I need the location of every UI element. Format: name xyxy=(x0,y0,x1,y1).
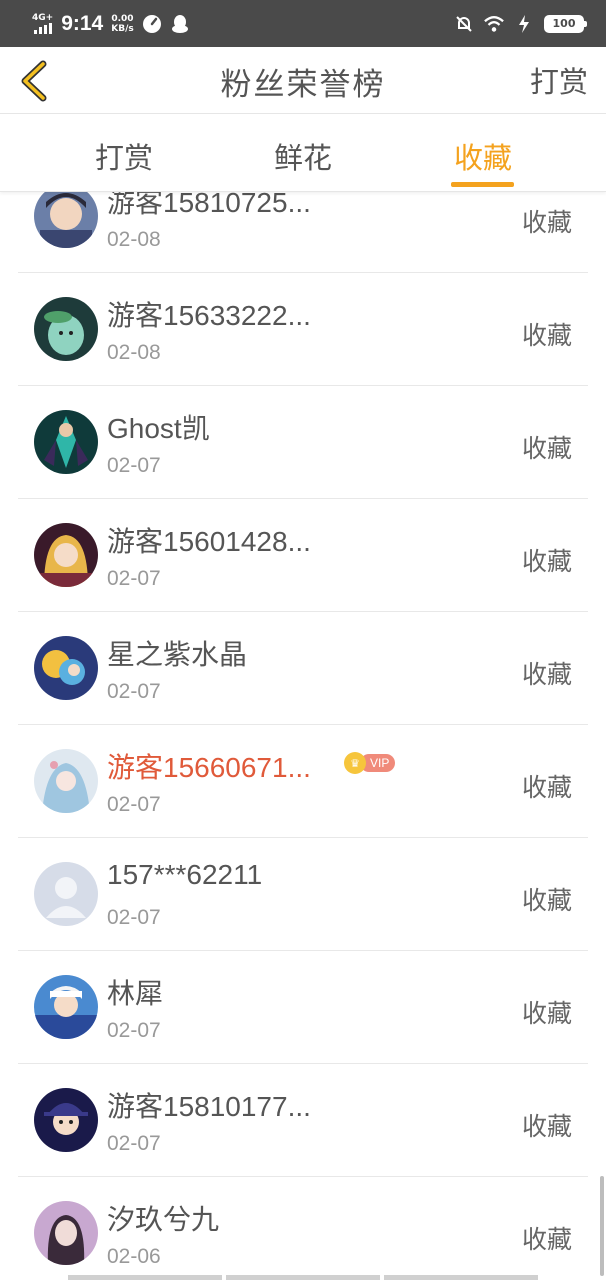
fan-date: 02-07 xyxy=(107,906,161,929)
fan-date: 02-07 xyxy=(107,454,161,477)
network-type: 4G+ xyxy=(32,12,54,23)
qq-penguin-icon xyxy=(170,14,190,34)
fan-action: 收藏 xyxy=(521,1225,572,1254)
tab-flowers[interactable]: 鲜花 xyxy=(243,135,363,177)
fan-action: 收藏 xyxy=(521,1112,572,1141)
bell-muted-icon xyxy=(454,14,474,34)
ice-anime-avatar xyxy=(34,749,98,813)
list-item[interactable]: 游客15660671... ♛ VIP 02-07 收藏 xyxy=(0,725,606,838)
fan-date: 02-07 xyxy=(107,793,161,816)
bottom-divider xyxy=(68,1275,538,1280)
list-item[interactable]: 游客15601428... 02-07 收藏 xyxy=(0,499,606,612)
wifi-icon xyxy=(484,14,504,34)
list-item[interactable]: 星之紫水晶 02-07 收藏 xyxy=(0,612,606,725)
list-item[interactable]: 游客15633222... 02-08 收藏 xyxy=(0,273,606,386)
fan-action: 收藏 xyxy=(521,547,572,576)
tab-tips[interactable]: 打赏 xyxy=(64,135,184,177)
fan-date: 02-08 xyxy=(107,341,161,364)
fan-action: 收藏 xyxy=(521,208,572,237)
fan-date: 02-08 xyxy=(107,228,161,251)
list-item[interactable]: Ghost凯 02-07 收藏 xyxy=(0,386,606,499)
fan-action: 收藏 xyxy=(521,773,572,802)
clock: 9:14 xyxy=(61,11,104,35)
tip-button[interactable]: 打赏 xyxy=(530,59,588,101)
green-creature-avatar xyxy=(34,297,98,361)
speedometer-icon xyxy=(142,14,162,34)
status-bar: 4G+ 9:14 0.00 KB/s 100 xyxy=(0,0,606,47)
signal-icon: 4G+ xyxy=(32,12,54,34)
list-item[interactable]: 林犀 02-07 收藏 xyxy=(0,951,606,1064)
tab-favorites[interactable]: 收藏 xyxy=(423,135,543,177)
fan-name: 汐玖兮九 xyxy=(107,1204,220,1235)
title-bar: 粉丝荣誉榜 打赏 xyxy=(0,47,606,114)
list-item[interactable]: 游客15810177... 02-07 收藏 xyxy=(0,1064,606,1177)
list-item[interactable]: 157***62211 02-07 收藏 xyxy=(0,838,606,951)
default-user-avatar xyxy=(34,862,98,926)
crown-icon: ♛ xyxy=(344,752,366,774)
kid-avatar xyxy=(34,1088,98,1152)
fan-name: 游客15810177... xyxy=(107,1091,311,1122)
fan-date: 02-07 xyxy=(107,567,161,590)
page-title: 粉丝荣誉榜 xyxy=(220,67,386,103)
fantasy-avatar xyxy=(34,636,98,700)
fan-action: 收藏 xyxy=(521,321,572,350)
fan-name: 游客15660671... xyxy=(107,752,311,783)
vip-badge: ♛ VIP xyxy=(344,752,398,774)
list-item[interactable]: 汐玖兮九 02-06 收藏 xyxy=(0,1177,606,1280)
fan-list: 游客15810725... 02-08 收藏 游客15633222... 02-… xyxy=(0,160,606,1280)
fan-name: Ghost凯 xyxy=(107,413,210,444)
fan-date: 02-07 xyxy=(107,680,161,703)
photo-avatar xyxy=(34,1201,98,1265)
fan-name: 157***62211 xyxy=(107,859,263,890)
scrollbar[interactable] xyxy=(600,1176,604,1276)
fan-name: 游客15633222... xyxy=(107,300,311,331)
active-tab-indicator xyxy=(451,182,514,187)
fan-name: 林犀 xyxy=(107,978,164,1009)
anime-avatar xyxy=(34,184,98,248)
tab-bar: 打赏 鲜花 收藏 xyxy=(0,115,606,192)
fan-date: 02-07 xyxy=(107,1132,161,1155)
fan-action: 收藏 xyxy=(521,660,572,689)
fan-action: 收藏 xyxy=(521,886,572,915)
fan-action: 收藏 xyxy=(521,999,572,1028)
fan-date: 02-06 xyxy=(107,1245,161,1268)
anime-girl-avatar xyxy=(34,523,98,587)
anime-boy-avatar xyxy=(34,975,98,1039)
fan-date: 02-07 xyxy=(107,1019,161,1042)
fan-action: 收藏 xyxy=(521,434,572,463)
net-speed: 0.00 KB/s xyxy=(111,13,134,34)
warrior-avatar xyxy=(34,410,98,474)
charging-icon xyxy=(514,14,534,34)
battery-icon: 100 xyxy=(544,14,587,33)
fan-name: 星之紫水晶 xyxy=(107,639,248,670)
fan-name: 游客15601428... xyxy=(107,526,311,557)
